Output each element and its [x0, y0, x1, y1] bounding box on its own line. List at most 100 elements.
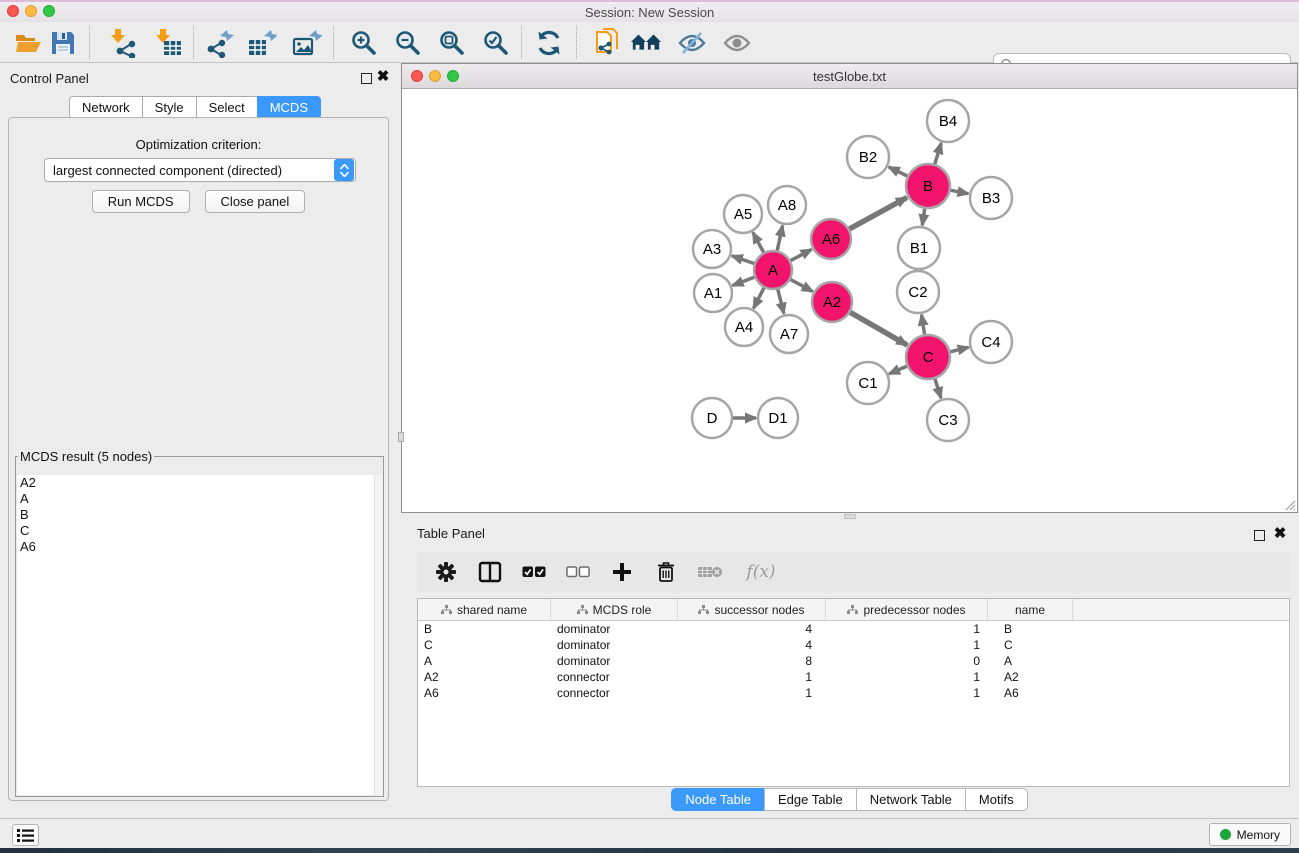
table-cell[interactable]: 4 — [678, 621, 826, 637]
graph-node-C3[interactable]: C3 — [927, 399, 969, 441]
criterion-select[interactable]: largest connected component (directed) — [44, 158, 356, 182]
table-cell[interactable]: connector — [551, 669, 678, 685]
graph-node-A5[interactable]: A5 — [724, 195, 762, 233]
result-list-item[interactable]: B — [17, 507, 374, 523]
graph-edge-A-A7[interactable] — [777, 287, 784, 314]
graph-edge-A-A2[interactable] — [788, 278, 813, 291]
table-row[interactable]: A6connector11A6 — [418, 685, 1289, 701]
graph-edge-C-C1[interactable] — [889, 365, 910, 374]
graph-edge-A-A3[interactable] — [732, 256, 757, 265]
result-scrollbar[interactable] — [374, 475, 382, 795]
float-panel-icon[interactable] — [361, 73, 372, 84]
graph-node-C4[interactable]: C4 — [970, 321, 1012, 363]
table-cell[interactable]: A — [418, 653, 551, 669]
equation-builder-button[interactable]: f(x) — [739, 557, 783, 587]
horizontal-splitter[interactable] — [401, 513, 1299, 520]
table-row[interactable]: A2connector11A2 — [418, 669, 1289, 685]
task-history-button[interactable] — [12, 824, 39, 846]
open-session-button[interactable] — [12, 27, 44, 59]
export-network-button[interactable] — [204, 27, 236, 59]
column-header-MCDS-role[interactable]: MCDS role — [551, 599, 678, 621]
graph-node-A[interactable]: A — [754, 251, 792, 289]
graph-edge-B-B2[interactable] — [889, 167, 910, 177]
network-canvas[interactable]: B4B2BB3A5A8A6A3B1AC2A1A2A4A7C4CC1C3DD1 — [402, 89, 1297, 512]
graph-node-C2[interactable]: C2 — [897, 271, 939, 313]
table-cell[interactable]: 1 — [826, 685, 988, 701]
graph-edge-A6-B[interactable] — [847, 198, 907, 231]
table-row[interactable]: Adominator80A — [418, 653, 1289, 669]
vertical-splitter-grip[interactable] — [398, 432, 404, 442]
graph-edge-A-A4[interactable] — [754, 285, 766, 308]
result-list-item[interactable]: C — [17, 523, 374, 539]
table-cell[interactable]: A — [988, 653, 1073, 669]
apply-layout-button[interactable] — [533, 27, 565, 59]
table-cell[interactable]: connector — [551, 685, 678, 701]
memory-button[interactable]: Memory — [1209, 823, 1291, 846]
column-visibility-button[interactable] — [475, 557, 505, 587]
table-settings-button[interactable] — [431, 557, 461, 587]
table-cell[interactable]: 1 — [678, 669, 826, 685]
graph-edge-A-A1[interactable] — [733, 276, 758, 285]
save-session-button[interactable] — [47, 27, 79, 59]
resize-grip-icon[interactable] — [1282, 497, 1296, 511]
graph-node-A1[interactable]: A1 — [694, 274, 732, 312]
graph-node-D1[interactable]: D1 — [758, 398, 798, 438]
zoom-selected-button[interactable] — [480, 27, 512, 59]
close-table-panel-icon[interactable]: ✖ — [1273, 527, 1287, 541]
close-panel-button[interactable]: Close panel — [205, 190, 306, 213]
table-cell[interactable]: A2 — [418, 669, 551, 685]
graph-node-A3[interactable]: A3 — [693, 230, 731, 268]
table-cell[interactable]: 1 — [826, 621, 988, 637]
tab-motifs[interactable]: Motifs — [965, 788, 1028, 811]
graph-edge-C-C3[interactable] — [934, 376, 941, 398]
delete-column-button[interactable] — [651, 557, 681, 587]
table-cell[interactable]: dominator — [551, 621, 678, 637]
tab-select[interactable]: Select — [196, 96, 258, 119]
float-table-panel-icon[interactable] — [1254, 530, 1265, 541]
delete-table-button[interactable] — [695, 557, 725, 587]
graph-node-B1[interactable]: B1 — [898, 227, 940, 269]
graph-node-A6[interactable]: A6 — [811, 219, 851, 259]
table-row[interactable]: Cdominator41C — [418, 637, 1289, 653]
column-header-predecessor-nodes[interactable]: predecessor nodes — [826, 599, 988, 621]
column-header-successor-nodes[interactable]: successor nodes — [678, 599, 826, 621]
table-cell[interactable]: 4 — [678, 637, 826, 653]
table-cell[interactable]: 8 — [678, 653, 826, 669]
first-neighbors-button[interactable] — [630, 27, 662, 59]
graph-edge-B-B4[interactable] — [934, 143, 941, 167]
graph-node-A8[interactable]: A8 — [768, 186, 806, 224]
table-cell[interactable]: C — [988, 637, 1073, 653]
tab-node-table[interactable]: Node Table — [671, 788, 765, 811]
select-all-button[interactable] — [519, 557, 549, 587]
show-all-button[interactable] — [721, 27, 753, 59]
graph-node-A2[interactable]: A2 — [812, 282, 852, 322]
result-list-item[interactable]: A — [17, 491, 374, 507]
table-cell[interactable]: B — [988, 621, 1073, 637]
import-table-button[interactable] — [152, 27, 184, 59]
close-panel-icon[interactable]: ✖ — [376, 70, 390, 84]
graph-edge-A-A6[interactable] — [788, 249, 812, 262]
run-mcds-button[interactable]: Run MCDS — [92, 190, 190, 213]
table-cell[interactable]: 1 — [826, 669, 988, 685]
result-list-item[interactable]: A6 — [17, 539, 374, 555]
graph-edge-A-A8[interactable] — [777, 226, 783, 254]
tab-mcds[interactable]: MCDS — [257, 96, 321, 119]
graph-edge-A2-C[interactable] — [848, 311, 908, 345]
tab-network-table[interactable]: Network Table — [856, 788, 966, 811]
graph-node-B2[interactable]: B2 — [847, 136, 889, 178]
graph-node-D[interactable]: D — [692, 398, 732, 438]
splitter-grip[interactable] — [844, 514, 856, 519]
result-list-item[interactable]: A2 — [17, 475, 374, 491]
column-header-shared-name[interactable]: shared name — [418, 599, 551, 621]
export-table-button[interactable] — [246, 27, 278, 59]
graph-edge-A-A5[interactable] — [753, 233, 765, 256]
table-cell[interactable]: dominator — [551, 653, 678, 669]
graph-node-C1[interactable]: C1 — [847, 362, 889, 404]
new-network-from-selection-button[interactable] — [592, 27, 624, 59]
table-cell[interactable]: 1 — [826, 637, 988, 653]
import-network-button[interactable] — [107, 27, 139, 59]
hide-selected-button[interactable] — [676, 27, 708, 59]
table-row[interactable]: Bdominator41B — [418, 621, 1289, 637]
graph-node-C[interactable]: C — [906, 335, 950, 379]
zoom-out-button[interactable] — [392, 27, 424, 59]
